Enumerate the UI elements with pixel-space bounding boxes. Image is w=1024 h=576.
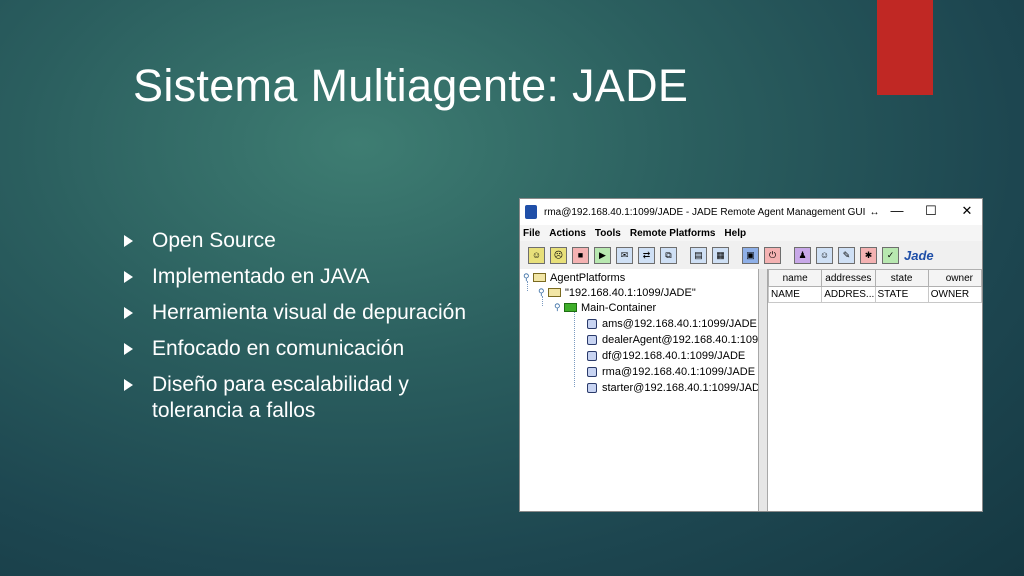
resume-agent-icon[interactable]: ▶ <box>594 246 611 264</box>
column-header-addresses[interactable]: addresses <box>821 269 876 287</box>
send-message-icon[interactable]: ✉ <box>616 246 633 264</box>
window-title: rma@192.168.40.1:1099/JADE - JADE Remote… <box>544 206 866 218</box>
accent-bar <box>877 0 933 95</box>
df-gui-icon[interactable]: ☺ <box>816 246 833 264</box>
close-button[interactable]: ✕ <box>960 203 974 219</box>
agent-table: name addresses state owner NAME ADDRES..… <box>768 269 982 303</box>
bullet-text: Diseño para escalabilidad y tolerancia a… <box>152 373 409 422</box>
table-cell: OWNER <box>927 286 982 303</box>
maximize-button[interactable]: ☐ <box>924 203 938 219</box>
tree-node-agent[interactable]: ams@192.168.40.1:1099/JADE <box>587 316 757 331</box>
dummy-agent-icon[interactable]: ♟ <box>794 246 811 264</box>
menu-help[interactable]: Help <box>724 228 746 239</box>
migrate-agent-icon[interactable]: ⇄ <box>638 246 655 264</box>
column-header-name[interactable]: name <box>768 269 823 287</box>
menu-bar: File Actions Tools Remote Platforms Help <box>520 225 982 241</box>
bullet-list: Open Source Implementado en JAVA Herrami… <box>124 228 484 434</box>
expand-handle-icon[interactable]: ⚲ <box>554 302 564 313</box>
agent-table-panel: name addresses state owner NAME ADDRES..… <box>768 269 982 511</box>
expand-handle-icon[interactable]: ⚲ <box>538 287 548 298</box>
agent-icon <box>587 334 597 345</box>
container-folder-icon <box>564 303 577 312</box>
tree-label: dealerAgent@192.168.40.1:1099/JADE <box>602 333 759 346</box>
bullet-arrow-icon <box>124 235 133 247</box>
bullet-item: Enfocado en comunicación <box>124 336 484 362</box>
tree-node-agent[interactable]: df@192.168.40.1:1099/JADE <box>587 348 745 363</box>
minimize-button[interactable]: — <box>890 203 904 218</box>
kill-agent-icon[interactable]: ☹ <box>550 246 567 264</box>
tree-label: AgentPlatforms <box>550 271 626 284</box>
bullet-arrow-icon <box>124 379 133 391</box>
suspend-agent-icon[interactable]: ■ <box>572 246 589 264</box>
tree-label: rma@192.168.40.1:1099/JADE <box>602 365 756 378</box>
bullet-arrow-icon <box>124 343 133 355</box>
bullet-item: Diseño para escalabilidad y tolerancia a… <box>124 372 484 424</box>
bullet-text: Herramienta visual de depuración <box>152 301 467 324</box>
folder-icon <box>533 273 546 282</box>
agent-icon <box>587 350 597 361</box>
clone-agent-icon[interactable]: ⧉ <box>660 246 677 264</box>
jade-app-icon <box>525 205 537 219</box>
main-panes: ⚲ AgentPlatforms ⚲ "192.168.40.1:1099/JA… <box>520 269 982 511</box>
bullet-item: Implementado en JAVA <box>124 264 484 290</box>
agent-icon <box>587 318 597 329</box>
jade-rma-window: rma@192.168.40.1:1099/JADE - JADE Remote… <box>519 198 983 512</box>
tree-node-main-container[interactable]: ⚲ Main-Container <box>554 300 656 315</box>
log-manager-icon[interactable]: ✓ <box>882 246 899 264</box>
table-row[interactable]: NAME ADDRES... STATE OWNER <box>768 286 982 303</box>
agent-tree: ⚲ AgentPlatforms ⚲ "192.168.40.1:1099/JA… <box>520 269 759 511</box>
expand-handle-icon[interactable]: ⚲ <box>523 272 533 283</box>
agent-icon <box>587 382 597 393</box>
bullet-item: Herramienta visual de depuración <box>124 300 484 326</box>
table-cell: NAME <box>768 286 823 303</box>
tree-label: df@192.168.40.1:1099/JADE <box>602 349 746 362</box>
save-agent-icon[interactable]: ▤ <box>690 246 707 264</box>
pane-splitter[interactable] <box>759 269 768 511</box>
bullet-item: Open Source <box>124 228 484 254</box>
resize-cursor-icon: ↔ <box>869 206 880 218</box>
bullet-text: Enfocado en comunicación <box>152 337 405 360</box>
sniffer-icon[interactable]: ✎ <box>838 246 855 264</box>
table-cell: STATE <box>874 286 929 303</box>
menu-remote-platforms[interactable]: Remote Platforms <box>630 228 716 239</box>
table-cell: ADDRES... <box>821 286 876 303</box>
bullet-arrow-icon <box>124 307 133 319</box>
tree-label: ams@192.168.40.1:1099/JADE <box>602 317 757 330</box>
toolbar: ☺ ☹ ■ ▶ ✉ ⇄ ⧉ ▤ ▦ ▣ ⏻ ♟ ☺ ✎ ✱ ✓ Jade <box>520 241 982 270</box>
load-agent-icon[interactable]: ▦ <box>712 246 729 264</box>
table-header-row: name addresses state owner <box>768 269 982 287</box>
bullet-arrow-icon <box>124 271 133 283</box>
bullet-text: Implementado en JAVA <box>152 265 370 288</box>
menu-actions[interactable]: Actions <box>549 228 586 239</box>
new-agent-icon[interactable]: ☺ <box>528 246 545 264</box>
slide-title: Sistema Multiagente: JADE <box>133 60 689 111</box>
folder-icon <box>548 288 561 297</box>
window-titlebar[interactable]: rma@192.168.40.1:1099/JADE - JADE Remote… <box>520 199 982 225</box>
tree-node-agent[interactable]: dealerAgent@192.168.40.1:1099/JADE <box>587 332 759 347</box>
column-header-owner[interactable]: owner <box>927 269 982 287</box>
introspector-icon[interactable]: ✱ <box>860 246 877 264</box>
menu-file[interactable]: File <box>523 228 540 239</box>
menu-tools[interactable]: Tools <box>595 228 621 239</box>
shutdown-platform-icon[interactable]: ⏻ <box>764 246 781 264</box>
column-header-state[interactable]: state <box>874 269 929 287</box>
agent-icon <box>587 366 597 377</box>
tree-node-agent-platforms[interactable]: ⚲ AgentPlatforms <box>523 270 625 285</box>
tree-label: Main-Container <box>581 301 657 314</box>
tree-node-agent[interactable]: rma@192.168.40.1:1099/JADE <box>587 364 755 379</box>
bullet-text: Open Source <box>152 229 276 252</box>
show-gui-icon[interactable]: ▣ <box>742 246 759 264</box>
tree-node-agent[interactable]: starter@192.168.40.1:1099/JADE <box>587 380 759 395</box>
tree-label: starter@192.168.40.1:1099/JADE <box>602 381 759 394</box>
tree-node-platform[interactable]: ⚲ "192.168.40.1:1099/JADE" <box>538 285 696 300</box>
tree-label: "192.168.40.1:1099/JADE" <box>565 286 696 299</box>
jade-logo: Jade <box>904 247 934 263</box>
